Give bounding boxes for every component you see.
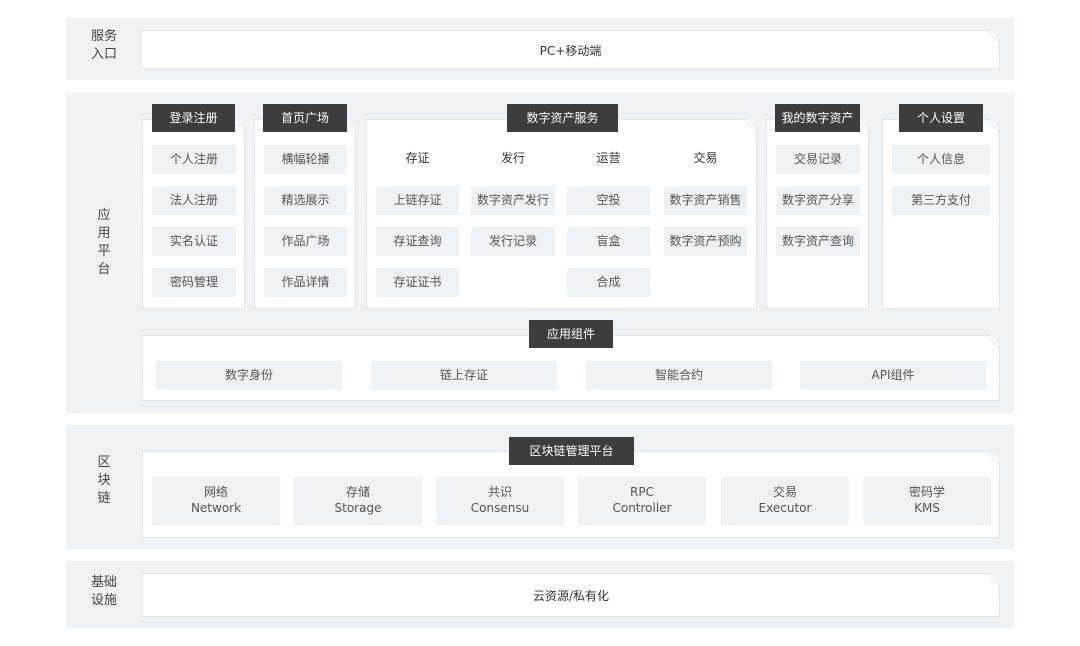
service-item[interactable]: 盲盒 (567, 227, 650, 256)
service-item[interactable]: 发行记录 (471, 227, 555, 256)
bc-en: Executor (758, 501, 812, 515)
app-platform-label-line: 平 (97, 244, 111, 259)
col-header-jiaoyi: 交易 (693, 151, 718, 165)
settings-item[interactable]: 个人信息 (892, 145, 990, 174)
my-assets-title: 我的数字资产 (775, 104, 860, 132)
bc-rpc[interactable]: RPC Controller (578, 477, 706, 525)
bc-en: Network (190, 501, 242, 515)
bc-cn: 存储 (345, 485, 370, 499)
login-item[interactable]: 密码管理 (152, 268, 236, 297)
service-item[interactable]: 存证证书 (376, 268, 459, 297)
pc-mobile-text: PC+移动端 (539, 44, 602, 58)
component-item[interactable]: 链上存证 (371, 361, 557, 390)
personal-settings-title: 个人设置 (899, 104, 983, 132)
component-item[interactable]: API组件 (800, 361, 986, 390)
blockchain-label: 区 块 链 (66, 454, 142, 508)
my-assets-item[interactable]: 数字资产查询 (776, 227, 860, 256)
blockchain-layer: 区 块 链 区块链管理平台 网络 Network 存储 Storage 共识 C… (66, 425, 1014, 549)
blockchain-label-line: 区 (97, 455, 111, 470)
service-item[interactable]: 合成 (567, 268, 650, 297)
app-platform-label-line: 台 (97, 262, 111, 277)
cloud-private-box: 云资源/私有化 (142, 573, 1000, 617)
bc-executor[interactable]: 交易 Executor (721, 477, 849, 525)
bc-cn: 交易 (772, 485, 797, 499)
home-item[interactable]: 作品广场 (264, 227, 347, 256)
login-register-title: 登录注册 (152, 104, 235, 132)
bc-network[interactable]: 网络 Network (152, 477, 280, 525)
login-item[interactable]: 实名认证 (152, 227, 236, 256)
blockchain-platform-title: 区块链管理平台 (509, 437, 634, 465)
bc-en: Storage (334, 501, 382, 515)
bc-kms[interactable]: 密码学 KMS (863, 477, 991, 525)
login-item[interactable]: 法人注册 (152, 186, 236, 215)
bc-en: Consensu (470, 501, 530, 515)
blockchain-label-line: 链 (97, 491, 111, 506)
infrastructure-label: 基础 设施 (66, 574, 142, 610)
my-assets-item[interactable]: 数字资产分享 (776, 186, 860, 215)
col-header-yunying: 运营 (596, 151, 621, 165)
service-item[interactable]: 数字资产预购 (664, 227, 747, 256)
app-platform-label-line: 用 (97, 226, 111, 241)
cloud-private-text: 云资源/私有化 (532, 589, 610, 603)
service-item[interactable]: 数字资产发行 (471, 186, 555, 215)
pc-mobile-box: PC+移动端 (141, 30, 1000, 69)
service-item[interactable]: 数字资产销售 (664, 186, 747, 215)
service-item[interactable]: 空投 (567, 186, 650, 215)
my-assets-item[interactable]: 交易记录 (776, 145, 860, 174)
bc-storage[interactable]: 存储 Storage (294, 477, 422, 525)
app-platform-label: 应 用 平 台 (66, 207, 142, 279)
bc-cn: 网络 (203, 485, 228, 499)
bc-en: Controller (612, 501, 672, 515)
app-components-title: 应用组件 (529, 320, 613, 348)
login-item[interactable]: 个人注册 (152, 145, 236, 174)
bc-cn: RPC (630, 485, 654, 499)
service-entry-label: 服务 入口 (66, 28, 142, 64)
col-header-faxing: 发行 (500, 151, 525, 165)
infrastructure-label-line: 设施 (90, 593, 117, 608)
app-platform-label-line: 应 (97, 208, 111, 223)
digital-asset-service-title: 数字资产服务 (507, 104, 618, 132)
col-header-cunzheng: 存证 (405, 151, 430, 165)
service-entry-layer: 服务 入口 PC+移动端 (66, 18, 1014, 80)
service-entry-label-line: 入口 (90, 47, 117, 62)
settings-item[interactable]: 第三方支付 (892, 186, 990, 215)
app-platform-layer: 应 用 平 台 登录注册 个人注册 法人注册 实名认证 密码管理 首页广场 横幅… (66, 93, 1014, 413)
home-item[interactable]: 横幅轮播 (264, 145, 347, 174)
bc-cn: 共识 (487, 485, 512, 499)
service-item[interactable]: 存证查询 (376, 227, 459, 256)
blockchain-label-line: 块 (97, 473, 111, 488)
bc-en: KMS (914, 501, 940, 515)
service-entry-label-line: 服务 (90, 29, 117, 44)
home-item[interactable]: 精选展示 (264, 186, 347, 215)
infrastructure-layer: 基础 设施 云资源/私有化 (66, 561, 1014, 628)
infrastructure-label-line: 基础 (90, 575, 117, 590)
component-item[interactable]: 数字身份 (156, 361, 342, 390)
bc-cn: 密码学 (908, 485, 945, 499)
home-item[interactable]: 作品详情 (264, 268, 347, 297)
service-item[interactable]: 上链存证 (376, 186, 459, 215)
bc-consensus[interactable]: 共识 Consensu (436, 477, 564, 525)
home-plaza-title: 首页广场 (263, 104, 347, 132)
component-item[interactable]: 智能合约 (586, 361, 772, 390)
